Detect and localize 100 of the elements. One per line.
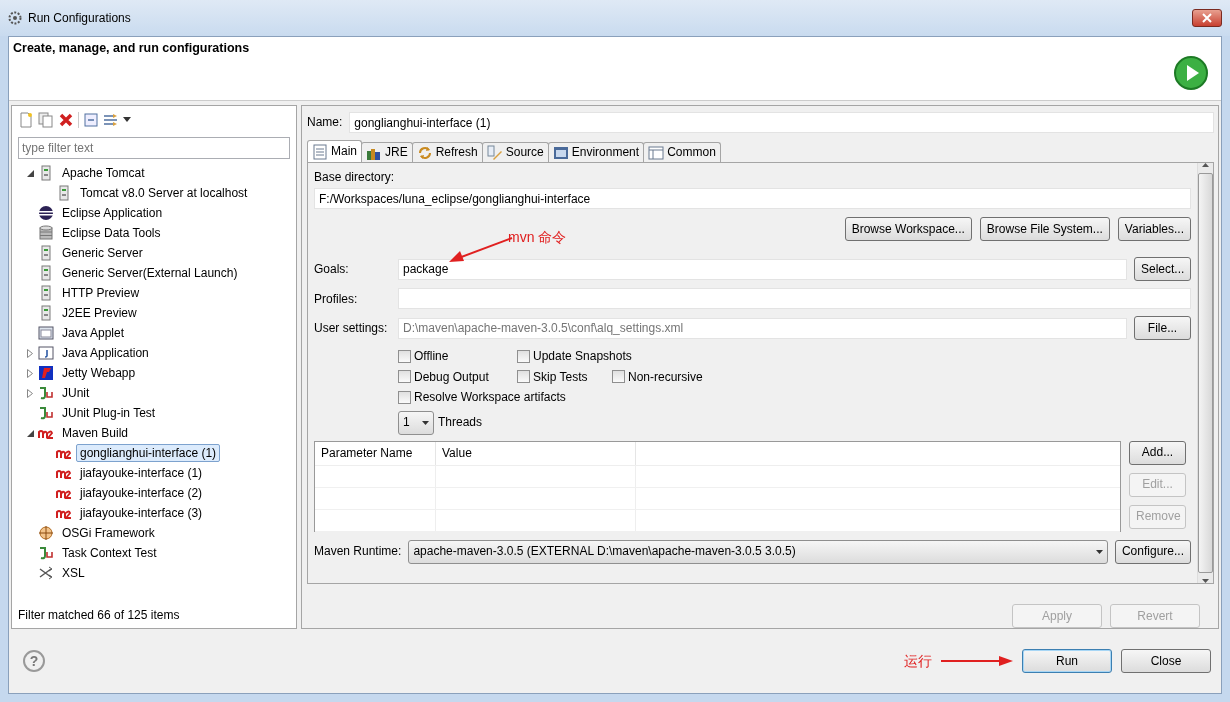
dropdown-button[interactable] — [123, 117, 131, 123]
database-icon — [38, 225, 54, 241]
column-header[interactable]: Parameter Name — [315, 441, 436, 465]
tree-item[interactable]: Jetty Webapp — [58, 363, 140, 383]
delete-icon — [58, 112, 74, 128]
dialog-button[interactable]: Close — [1121, 649, 1211, 673]
server-icon — [38, 245, 54, 261]
tab[interactable]: Environment — [547, 142, 645, 162]
expand-arrow-icon[interactable] — [27, 348, 33, 358]
annotation-text: 运行 — [904, 652, 932, 670]
threads-dropdown[interactable]: 1 — [398, 410, 434, 435]
window-icon — [38, 345, 54, 361]
collapse-arrow-icon[interactable] — [26, 429, 34, 437]
tree-item[interactable]: Task Context Test — [58, 543, 161, 563]
server-icon — [38, 265, 54, 281]
tree-item[interactable]: Generic Server — [58, 243, 147, 263]
checkbox[interactable]: Non-recursive — [612, 369, 703, 385]
tree-item[interactable]: Eclipse Application — [58, 203, 167, 223]
server-icon — [56, 185, 72, 201]
filter-icon — [103, 112, 119, 128]
field-label: Threads — [438, 415, 483, 430]
expand-arrow-icon[interactable] — [27, 388, 33, 398]
test-icon — [38, 405, 54, 421]
tab[interactable]: Source — [481, 142, 549, 162]
delete-button[interactable] — [58, 112, 74, 128]
configure-button[interactable]: Configure... — [1114, 539, 1191, 564]
window-icon — [38, 325, 54, 341]
filter-field[interactable]: type filter text — [18, 137, 290, 159]
checkbox[interactable]: Offline — [398, 349, 449, 364]
field-button[interactable]: Select... — [1134, 257, 1191, 282]
field-button[interactable]: File... — [1134, 316, 1191, 341]
field-label: Maven Runtime: — [314, 544, 402, 559]
text-field[interactable]: package — [398, 258, 1127, 280]
runtime-dropdown[interactable]: apache-maven-3.0.5 (EXTERNAL D:\maven\apache-maven-3.0.5 3.0.5) — [408, 539, 1108, 564]
name-field[interactable]: gonglianghui-interface (1) — [349, 112, 1214, 133]
browse-button[interactable]: Variables... — [1117, 217, 1191, 242]
tab[interactable]: Refresh — [411, 142, 483, 162]
field-label: Goals: — [314, 262, 350, 277]
text-field[interactable] — [398, 288, 1191, 310]
duplicate-button[interactable] — [38, 112, 54, 128]
text-field[interactable]: D:\maven\apache-maven-3.0.5\conf\alq_settings.xml — [398, 317, 1127, 339]
tree-item[interactable]: J2EE Preview — [58, 303, 141, 323]
caret-icon — [1095, 549, 1103, 554]
refresh-icon — [416, 144, 433, 161]
close-button[interactable] — [1192, 9, 1222, 27]
tree-item[interactable]: Eclipse Data Tools — [58, 223, 165, 243]
checkbox[interactable]: Update Snapshots — [517, 349, 632, 364]
tree-item[interactable]: jiafayouke-interface (1) — [76, 463, 207, 483]
directory-field[interactable]: F:/Workspaces/luna_eclipse/gonglianghui-interface — [314, 188, 1191, 210]
tree-item[interactable]: Tomcat v8.0 Server at localhost — [76, 183, 252, 203]
tree-item[interactable]: Maven Build — [58, 423, 133, 443]
help-button[interactable]: ? — [23, 650, 45, 672]
server-icon — [38, 305, 54, 321]
server-icon — [38, 165, 54, 181]
checkbox[interactable]: Skip Tests — [517, 369, 588, 385]
gear-icon — [8, 11, 22, 25]
tree-item[interactable]: HTTP Preview — [58, 283, 144, 303]
tree-item[interactable]: Apache Tomcat — [58, 163, 149, 183]
tab[interactable]: JRE — [361, 142, 413, 162]
tree-item[interactable]: gonglianghui-interface (1) — [76, 443, 221, 463]
caret-icon — [422, 420, 429, 425]
collapse-arrow-icon[interactable] — [26, 169, 34, 177]
dialog-button[interactable]: Run — [1022, 649, 1112, 673]
tab[interactable]: Main — [307, 140, 362, 162]
tree-item[interactable]: JUnit — [58, 383, 94, 403]
collapse-all-button[interactable] — [83, 112, 99, 128]
expand-arrow-icon[interactable] — [27, 368, 33, 378]
tree-item[interactable]: jiafayouke-interface (3) — [76, 503, 207, 523]
tree-item[interactable]: XSL — [58, 563, 89, 583]
browse-button[interactable]: Browse File System... — [979, 217, 1110, 242]
field-label: User settings: — [314, 321, 389, 336]
copy-icon — [38, 112, 54, 128]
browse-button[interactable]: Browse Workspace... — [844, 217, 972, 242]
checkbox[interactable]: Resolve Workspace artifacts — [398, 390, 566, 405]
server-icon — [38, 285, 54, 301]
column-header[interactable]: Value — [436, 441, 636, 465]
annotation-text: mvn 命令 — [508, 229, 567, 247]
tree-item[interactable]: Java Application — [58, 343, 153, 363]
table-button[interactable]: Add... — [1129, 440, 1186, 465]
shuffle-icon — [38, 565, 54, 581]
crosshair-icon — [38, 525, 54, 541]
caret-icon — [123, 117, 131, 123]
scrollbar[interactable] — [1197, 163, 1213, 583]
run-icon — [1173, 55, 1209, 91]
tree-item[interactable]: JUnit Plug-in Test — [58, 403, 160, 423]
tab[interactable]: Common — [643, 142, 721, 162]
tree-item[interactable]: OSGi Framework — [58, 523, 159, 543]
test-icon — [38, 545, 54, 561]
new-file-icon — [18, 112, 34, 128]
field-label: Profiles: — [314, 291, 359, 307]
collapse-icon — [83, 112, 99, 128]
tree-item[interactable]: Generic Server(External Launch) — [58, 263, 242, 283]
table-icon — [648, 144, 665, 161]
checkbox[interactable]: Debug Output — [398, 369, 489, 385]
filter-status: Filter matched 66 of 125 items — [18, 607, 181, 624]
field-label: Name: — [307, 115, 343, 130]
striped-circle-icon — [38, 205, 54, 221]
tree-item[interactable]: jiafayouke-interface (2) — [76, 483, 207, 503]
tree-item[interactable]: Java Applet — [58, 323, 129, 343]
window-title: Run Configurations — [28, 10, 131, 26]
